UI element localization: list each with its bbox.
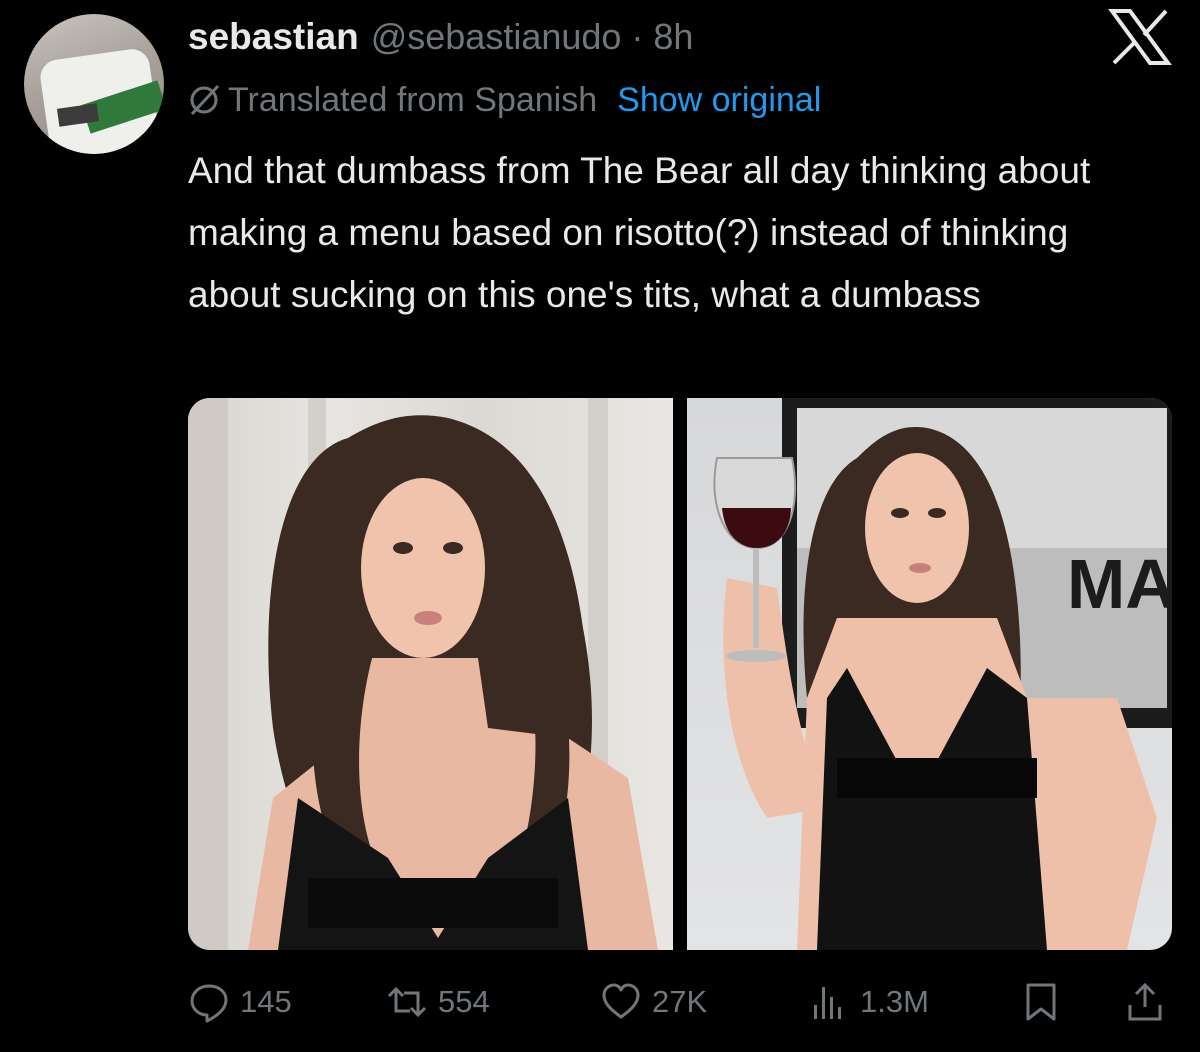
globe-slash-icon xyxy=(190,84,220,116)
x-logo-icon[interactable] xyxy=(1108,8,1172,66)
display-name[interactable]: sebastian xyxy=(188,16,359,58)
show-original-link[interactable]: Show original xyxy=(617,81,821,120)
tweet-text: And that dumbass from The Bear all day t… xyxy=(188,150,1091,315)
like-icon xyxy=(602,983,640,1019)
handle-and-time[interactable]: @sebastianudo · 8h xyxy=(371,16,694,58)
media-grid: MAN xyxy=(188,398,1172,950)
reply-count: 145 xyxy=(240,984,292,1019)
avatar[interactable] xyxy=(24,14,164,154)
views-button[interactable]: 1.3M xyxy=(808,972,929,1032)
share-button[interactable] xyxy=(1124,972,1166,1032)
tweet-header: sebastian @sebastianudo · 8h xyxy=(188,16,693,62)
like-button[interactable]: 27K xyxy=(600,972,707,1032)
views-icon xyxy=(814,987,841,1019)
poster-text: MAN xyxy=(1067,545,1172,623)
share-icon xyxy=(1128,982,1162,1021)
bookmark-icon xyxy=(1026,983,1056,1021)
repost-button[interactable]: 554 xyxy=(386,972,490,1032)
action-bar: 145 554 27K 1.3M xyxy=(188,972,1172,1032)
bookmark-button[interactable] xyxy=(1020,972,1062,1032)
repost-count: 554 xyxy=(438,984,490,1019)
photo-2[interactable]: MAN xyxy=(687,398,1172,950)
translated-label: Translated from Spanish xyxy=(228,80,598,119)
photo-1[interactable] xyxy=(188,398,673,950)
reply-icon xyxy=(190,984,228,1023)
translation-row: Translated from Spanish Show original xyxy=(188,78,821,122)
reply-button[interactable]: 145 xyxy=(188,972,292,1032)
photo-1-illustration xyxy=(188,398,658,950)
views-count: 1.3M xyxy=(860,984,929,1019)
like-count: 27K xyxy=(652,984,708,1019)
photo-2-illustration: MAN xyxy=(713,398,1172,950)
repost-icon xyxy=(387,986,427,1018)
